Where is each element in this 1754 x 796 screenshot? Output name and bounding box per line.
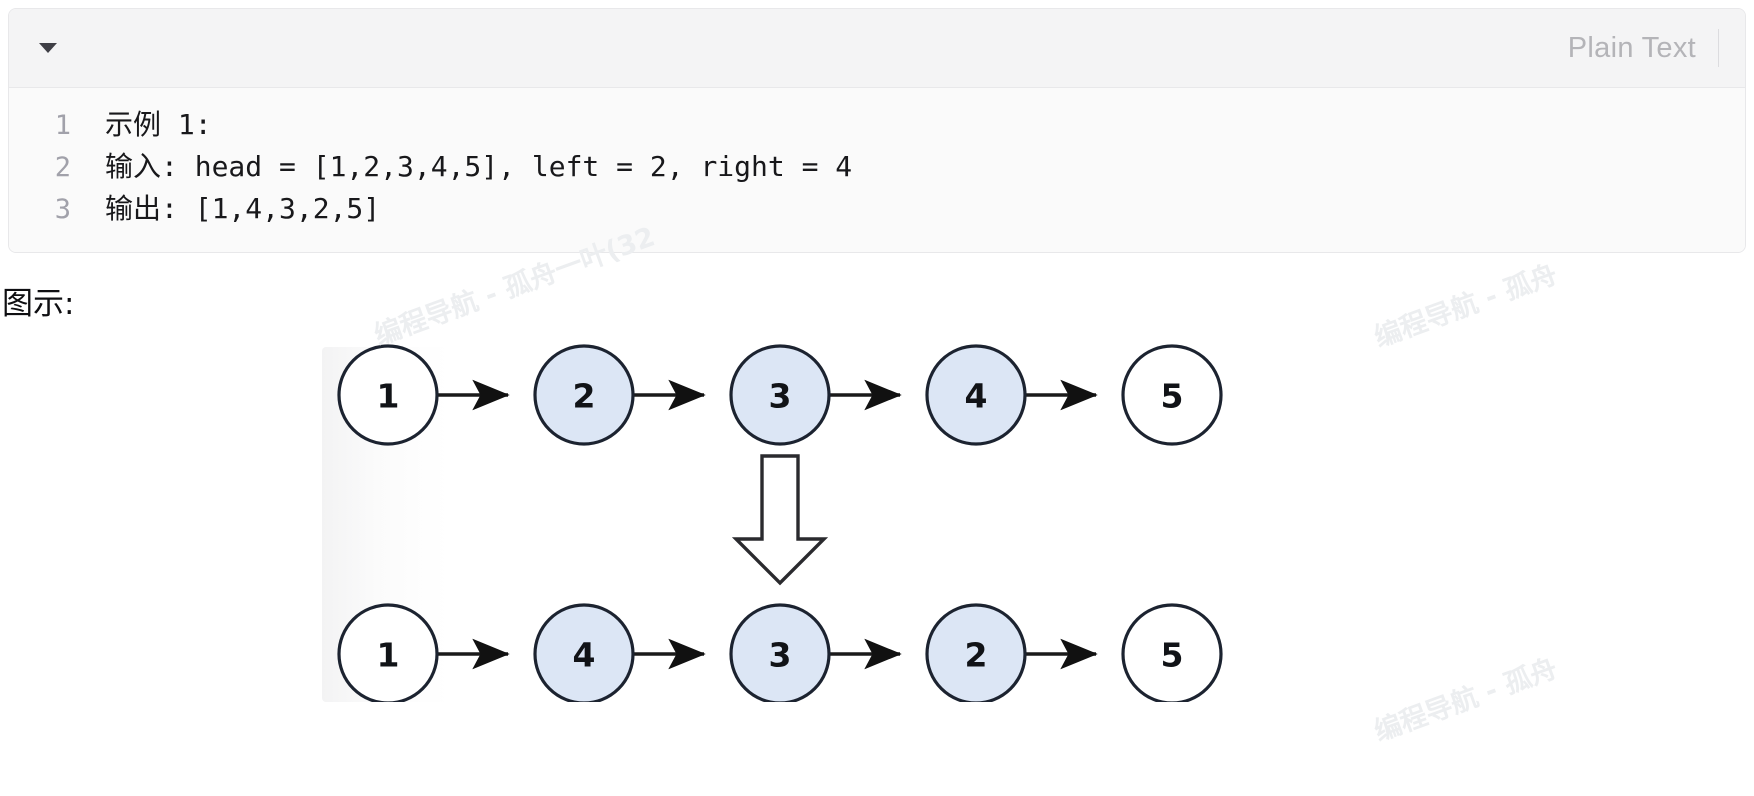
node-label: 1 [377,636,400,675]
node-label: 1 [377,377,400,416]
line-number: 1 [54,110,71,141]
node: 5 [1121,603,1223,702]
node: 1 [337,344,439,446]
node-label: 2 [965,636,988,675]
code-block-card: Plain Text 1 示例 1: 2 输入: head = [1,2,3,4… [8,8,1746,253]
node-label: 2 [573,377,596,416]
line-content: 输入: head = [1,2,3,4,5], left = 2, right … [105,150,853,183]
figure-caption: 图示: [2,286,75,322]
node-label: 3 [769,377,792,416]
node: 2 [533,344,635,446]
code-line: 1 示例 1: [9,104,1745,146]
node: 4 [533,603,635,702]
node-label: 5 [1161,377,1184,416]
code-block-body: 1 示例 1: 2 输入: head = [1,2,3,4,5], left =… [9,88,1745,252]
node: 2 [925,603,1027,702]
line-number: 2 [54,152,71,183]
header-divider [1718,29,1719,67]
line-content: 输出: [1,4,3,2,5] [105,192,381,225]
line-content: 示例 1: [105,108,212,141]
node: 3 [729,603,831,702]
caret-down-icon[interactable] [39,43,57,53]
node-label: 4 [573,636,596,675]
linked-list-diagram: 1 2 3 4 5 1 4 3 2 5 [322,342,1228,702]
node: 4 [925,344,1027,446]
node: 3 [729,344,831,446]
watermark: 编程导航 - 孤舟 [1370,652,1562,748]
language-label: Plain Text [1567,31,1696,64]
node-label: 3 [769,636,792,675]
diagram-svg: 1 2 3 4 5 1 4 3 2 5 [337,344,1223,702]
code-line: 2 输入: head = [1,2,3,4,5], left = 2, righ… [9,146,1745,188]
node-label: 4 [965,377,988,416]
node: 5 [1121,344,1223,446]
code-header-right: Plain Text [1568,9,1745,87]
block-arrow-down-icon [731,454,829,586]
code-block-header: Plain Text [9,9,1745,88]
node: 1 [337,603,439,702]
code-line: 3 输出: [1,4,3,2,5] [9,188,1745,230]
watermark: 编程导航 - 孤舟 [1370,258,1562,354]
node-label: 5 [1161,636,1184,675]
line-number: 3 [54,194,71,225]
